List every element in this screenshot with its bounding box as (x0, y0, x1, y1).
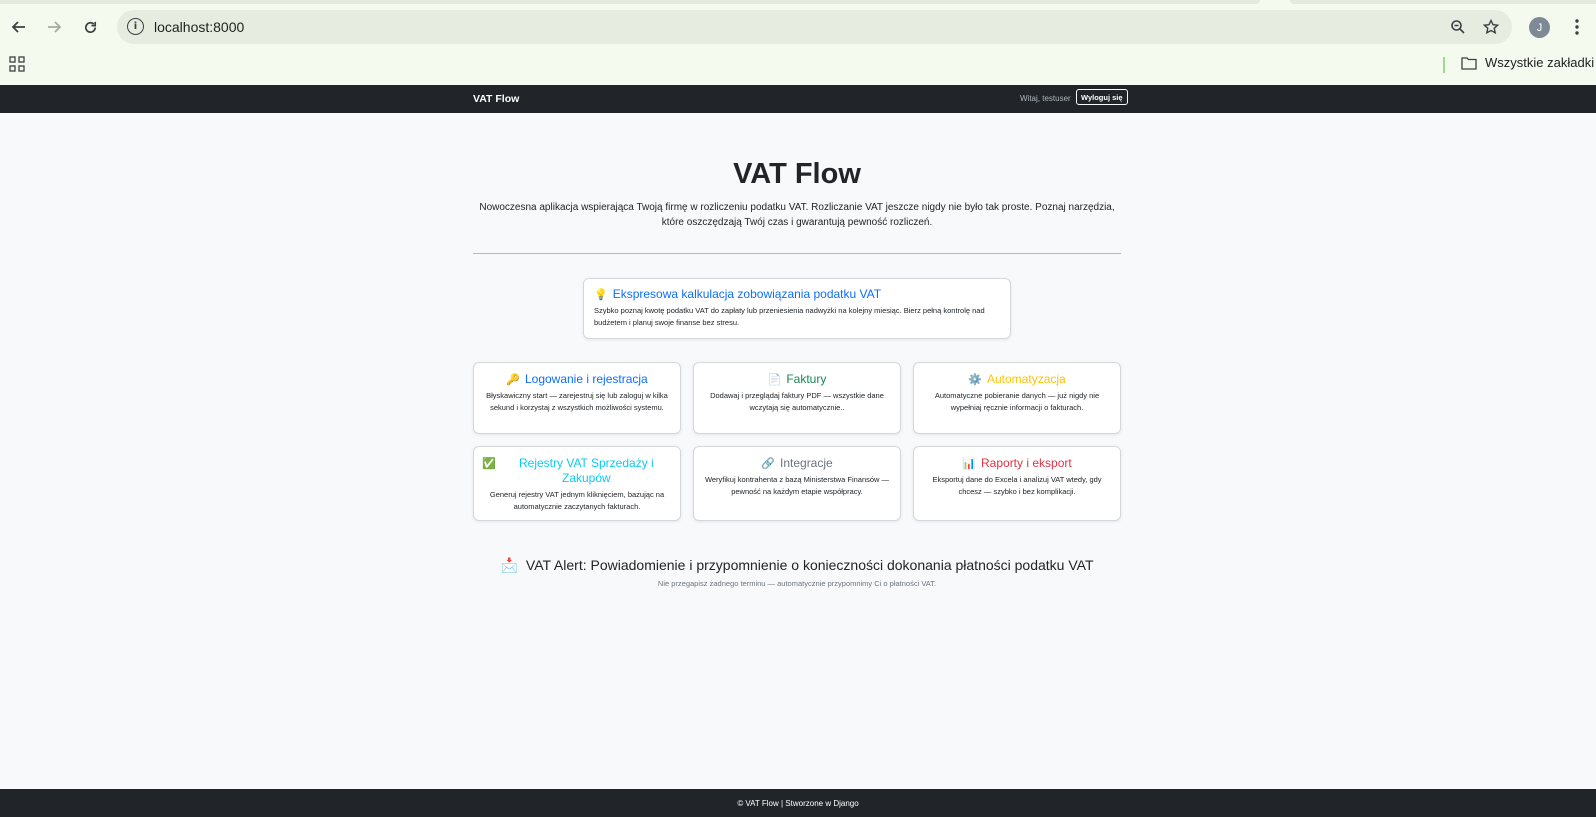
feature-title-row: 📄 Faktury (702, 372, 892, 387)
bookmark-star-icon[interactable] (1481, 17, 1501, 37)
feature-card-invoices[interactable]: 📄 Faktury Dodawaj i przeglądaj faktury P… (693, 362, 901, 434)
feature-card-login[interactable]: 🔑 Logowanie i rejestracja Błyskawiczny s… (473, 362, 681, 434)
tab-strip-right (1290, 0, 1596, 4)
apps-grid-icon[interactable] (9, 56, 25, 72)
feature-title: Integracje (780, 456, 833, 470)
divider (473, 253, 1121, 254)
address-bar[interactable]: i localhost:8000 (117, 10, 1512, 44)
link-icon: 🔗 (761, 457, 775, 470)
navbar-brand[interactable]: VAT Flow (473, 93, 519, 105)
envelope-icon: 📩 (500, 558, 518, 574)
feature-description: Eksportuj dane do Excela i analizuj VAT … (932, 475, 1102, 496)
footer-text: © VAT Flow | Stworzone w Django (737, 798, 859, 808)
feature-card-reports[interactable]: 📊 Raporty i eksport Eksportuj dane do Ex… (913, 446, 1121, 521)
feature-title-row: ✅ Rejestry VAT Sprzedaży i Zakupów (482, 456, 672, 486)
arrow-left-icon (11, 21, 25, 33)
back-button[interactable] (6, 14, 32, 40)
feature-card-vat-registers[interactable]: ✅ Rejestry VAT Sprzedaży i Zakupów Gener… (473, 446, 681, 521)
feature-description: Generuj rejestry VAT jednym kliknięciem,… (489, 490, 665, 511)
arrow-right-icon (48, 21, 62, 33)
feature-title: Logowanie i rejestracja (524, 372, 648, 386)
vat-alert-title: VAT Alert: Powiadomienie i przypomnienie… (525, 557, 1094, 573)
hero-lead-line1: Nowoczesna aplikacja wspierająca Twoją f… (479, 202, 1115, 213)
all-bookmarks-folder[interactable]: Wszystkie zakładki (1461, 55, 1594, 70)
reload-button[interactable] (77, 14, 103, 40)
gear-icon: ⚙️ (968, 373, 982, 386)
bookmarks-separator (1443, 57, 1445, 73)
page-title: VAT Flow (733, 158, 861, 190)
site-navbar: VAT Flow Witaj, testuser Wyloguj się (0, 85, 1596, 113)
feature-description: Błyskawiczny start — zarejestruj się lub… (486, 391, 668, 412)
zoom-icon[interactable] (1448, 17, 1468, 37)
browser-menu-button[interactable] (1567, 14, 1587, 40)
document-icon: 📄 (767, 373, 782, 386)
tab-strip (0, 0, 1260, 4)
feature-title: Automatyzacja (987, 372, 1066, 386)
site-footer: © VAT Flow | Stworzone w Django (0, 789, 1596, 817)
more-vert-icon (1575, 19, 1579, 35)
lightbulb-icon: 💡 (594, 288, 608, 301)
feature-card-automation[interactable]: ⚙️ Automatyzacja Automatyczne pobieranie… (913, 362, 1121, 434)
feature-title-row: 🔗 Integracje (702, 456, 892, 471)
check-icon: ✅ (482, 457, 496, 470)
feature-title-row: 📊 Raporty i eksport (922, 456, 1112, 471)
site-info-icon[interactable]: i (127, 18, 144, 35)
vat-alert-heading: 📩 VAT Alert: Powiadomienie i przypomnien… (473, 557, 1121, 575)
feature-description: Szybko poznaj kwotę podatku VAT do zapła… (594, 306, 985, 327)
feature-title: Faktury (786, 372, 827, 386)
feature-description: Dodawaj i przeglądaj faktury PDF — wszys… (710, 391, 884, 412)
hero-lead-line2: które oszczędzają Twój czas i gwarantują… (661, 217, 933, 228)
feature-title-row: ⚙️ Automatyzacja (922, 372, 1112, 387)
bookmarks-bar: Wszystkie zakładki (0, 54, 1596, 85)
all-bookmarks-label: Wszystkie zakładki (1485, 55, 1595, 70)
url-text[interactable]: localhost:8000 (154, 19, 244, 35)
profile-avatar[interactable]: J (1529, 17, 1550, 38)
folder-icon (1461, 56, 1477, 70)
vat-alert-subtitle: Nie przegapisz żadnego terminu — automat… (657, 579, 937, 588)
key-icon: 🔑 (506, 373, 520, 386)
logout-button[interactable]: Wyloguj się (1076, 89, 1128, 105)
welcome-text: Witaj, testuser (1020, 94, 1071, 103)
feature-title: Raporty i eksport (981, 456, 1072, 470)
browser-toolbar: i localhost:8000 J (0, 0, 1596, 54)
bar-chart-icon: 📊 (962, 457, 976, 470)
feature-card-integrations[interactable]: 🔗 Integracje Weryfikuj kontrahenta z baz… (693, 446, 901, 521)
hero-lead: Nowoczesna aplikacja wspierająca Twoją f… (473, 200, 1121, 230)
reload-icon (84, 21, 96, 33)
feature-title: Rejestry VAT Sprzedaży i Zakupów (518, 456, 654, 485)
feature-title: Ekspresowa kalkulacja zobowiązania podat… (612, 287, 882, 301)
forward-button[interactable] (41, 14, 67, 40)
feature-description: Weryfikuj kontrahenta z bazą Ministerstw… (704, 475, 890, 496)
feature-title-row: 🔑 Logowanie i rejestracja (482, 372, 672, 387)
feature-title-row: 💡 Ekspresowa kalkulacja zobowiązania pod… (594, 287, 1000, 302)
feature-card-vat-calculation[interactable]: 💡 Ekspresowa kalkulacja zobowiązania pod… (583, 278, 1011, 339)
feature-description: Automatyczne pobieranie danych — już nig… (934, 391, 1100, 412)
